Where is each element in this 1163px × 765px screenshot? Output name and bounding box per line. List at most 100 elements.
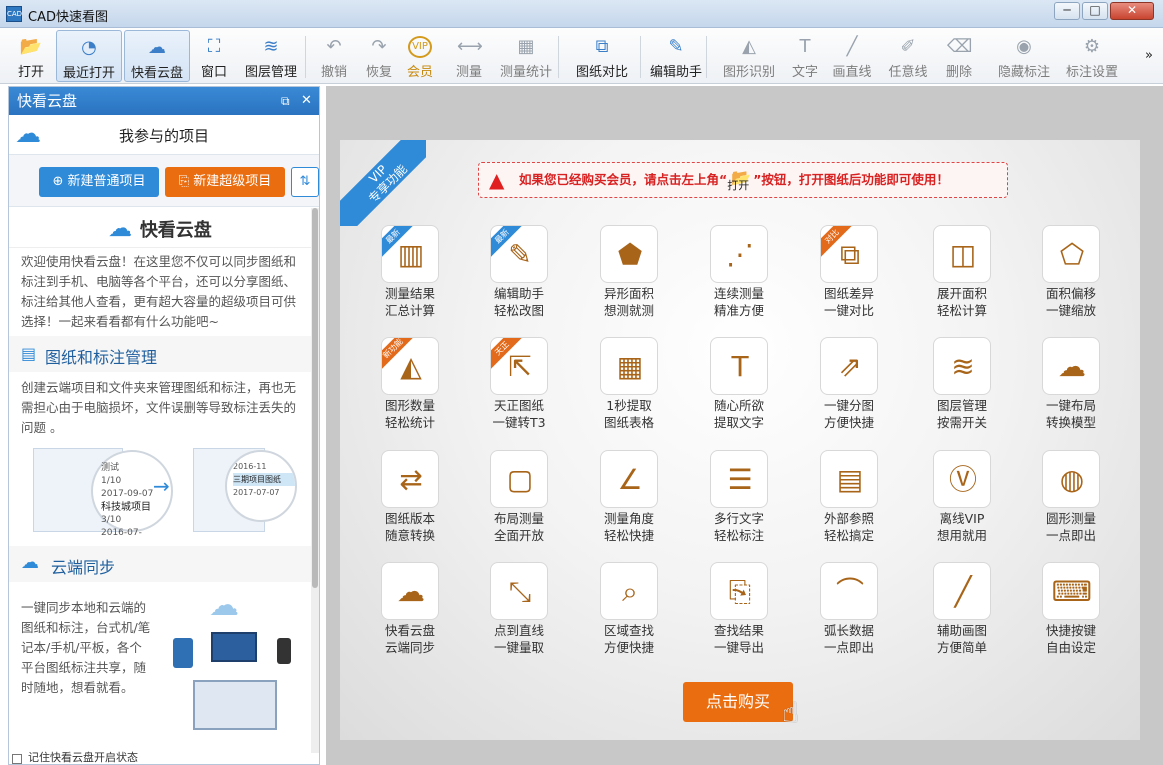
- feature-label-line2: 一键转T3: [492, 415, 546, 430]
- feature-angle[interactable]: ∠ 测量角度 轻松快捷: [574, 450, 684, 550]
- feature-label-line1: 编辑助手: [493, 286, 544, 301]
- toolbar-pen-button[interactable]: ✐ 任意线: [880, 30, 936, 82]
- feature-circle-measure[interactable]: ◍ 圆形测量 一点即出: [1016, 450, 1126, 550]
- minimize-button[interactable]: ─: [1054, 2, 1080, 20]
- eye-hide-icon: ◉: [1016, 36, 1032, 57]
- feature-split-drawing[interactable]: ⇗ 一键分图 方便快捷: [794, 337, 904, 437]
- toolbar-shape-recognize-button[interactable]: ◭ 图形识别: [716, 30, 782, 82]
- toolbar-edit-assistant-button[interactable]: ✎ 编辑助手: [644, 30, 708, 82]
- feature-icon-box: ⋰: [710, 225, 768, 283]
- feature-area-offset[interactable]: ⬠ 面积偏移 一键缩放: [1016, 225, 1126, 325]
- feature-offline-vip[interactable]: Ⓥ 离线VIP 想用就用: [907, 450, 1017, 550]
- feature-layout-measure[interactable]: ▢ 布局测量 全面开放: [464, 450, 574, 550]
- scrollbar-thumb[interactable]: [312, 208, 318, 588]
- new-normal-project-button[interactable]: ⊕ 新建普通项目: [39, 167, 159, 197]
- toolbar-separator: [558, 36, 559, 78]
- feature-label-line2: 一点即出: [1045, 528, 1096, 543]
- new-super-project-button[interactable]: ⎘ 新建超级项目: [165, 167, 285, 197]
- feature-layer-toggle[interactable]: ≋ 图层管理 按需开关: [907, 337, 1017, 437]
- restore-icon[interactable]: ⧉: [281, 87, 290, 115]
- feature-unfold-area[interactable]: ◫ 展开面积 轻松计算: [907, 225, 1017, 325]
- toolbar-eye-hide-button[interactable]: ◉ 隐藏标注: [990, 30, 1058, 82]
- feature-label-line1: 随心所欲: [713, 398, 764, 413]
- vip-notice: ▲ 如果您已经购买会员，请点击左上角“ 📂 打开 ”按钮，打开图纸后功能即可使用！: [478, 162, 1008, 198]
- toolbar-clock-button[interactable]: ◔ 最近打开: [56, 30, 122, 82]
- feature-label-line1: 连续测量: [713, 286, 764, 301]
- feature-export[interactable]: ⎘ 查找结果 一键导出: [684, 562, 794, 662]
- feature-table-extract[interactable]: ▦ 1秒提取 图纸表格: [574, 337, 684, 437]
- feature-icon-box: ⤡: [490, 562, 548, 620]
- feature-label-line1: 图层管理: [936, 398, 987, 413]
- toolbar-ruler-button[interactable]: ⟷ 测量: [446, 30, 492, 82]
- feature-continuous-measure[interactable]: ⋰ 连续测量 精准方便: [684, 225, 794, 325]
- project-selector[interactable]: ☁ 我参与的项目: [9, 115, 319, 155]
- feature-irregular-area[interactable]: ⬟ 异形面积 想测就测: [574, 225, 684, 325]
- vip-ribbon-line: 专享功能: [366, 162, 410, 206]
- toolbar-text-button[interactable]: T 文字: [784, 30, 826, 82]
- toolbar-overflow-button[interactable]: »: [1140, 30, 1158, 82]
- toolbar-eraser-button[interactable]: ⌫ 删除: [936, 30, 982, 82]
- feature-shape-count[interactable]: ◭ 新功能 图形数量 轻松统计: [355, 337, 465, 437]
- brand-name: 快看云盘: [139, 220, 212, 241]
- feature-diff[interactable]: ⧉ 对比 图纸差异 一键对比: [794, 225, 904, 325]
- feature-cloud-sync[interactable]: ☁ 快看云盘 云端同步: [355, 562, 465, 662]
- toolbar-open-folder-button[interactable]: 📂 打开: [6, 30, 56, 82]
- shortcut-icon: ⌨: [1051, 575, 1093, 608]
- feature-area-search[interactable]: ⌕ 区域查找 方便快捷: [574, 562, 684, 662]
- toolbar-annotation-settings-button[interactable]: ⚙ 标注设置: [1060, 30, 1124, 82]
- feature-label-line1: 布局测量: [493, 511, 544, 526]
- toolbar-label: 测量: [455, 65, 482, 80]
- feature-version-convert[interactable]: ⇄ 图纸版本 随意转换: [355, 450, 465, 550]
- close-button[interactable]: ✕: [1110, 2, 1154, 20]
- toolbar-undo-button[interactable]: ↶ 撤销: [309, 30, 359, 82]
- laptop-illustration: [193, 680, 277, 730]
- feature-measure-summary[interactable]: ▥ 最新 测量结果 汇总计算: [355, 225, 465, 325]
- feature-icon-box: ◫: [933, 225, 991, 283]
- feature-multiline-text[interactable]: ☰ 多行文字 轻松标注: [684, 450, 794, 550]
- toolbar-window-button[interactable]: ⛶ 窗口: [192, 30, 236, 82]
- feature-label-line2: 一键导出: [713, 640, 764, 655]
- feature-text-extract[interactable]: T 随心所欲 提取文字: [684, 337, 794, 437]
- panel-close-icon[interactable]: ✕: [301, 87, 312, 115]
- angle-icon: ∠: [617, 463, 643, 496]
- feature-point-line[interactable]: ⤡ 点到直线 一键量取: [464, 562, 574, 662]
- project-label: 我参与的项目: [119, 127, 210, 145]
- feature-cad-edit[interactable]: ✎ 最新 编辑助手 轻松改图: [464, 225, 574, 325]
- feature-layout-convert[interactable]: ☁ 一键布局 转换模型: [1016, 337, 1126, 437]
- feature-icon-box: ▢: [490, 450, 548, 508]
- toolbar-measure-stats-button[interactable]: ▦ 测量统计: [494, 30, 558, 82]
- toolbar-vip-button[interactable]: VIP 会员: [398, 30, 442, 82]
- feature-icon-box: ⌒: [820, 562, 878, 620]
- feature-xref[interactable]: ▤ 外部参照 轻松搞定: [794, 450, 904, 550]
- section-management-header: ▤ 图纸和标注管理: [9, 336, 311, 372]
- feature-label-line1: 一键分图: [823, 398, 874, 413]
- feature-label-line1: 多行文字: [713, 511, 764, 526]
- toolbar-label: 测量统计: [499, 65, 552, 80]
- panel-scrollbar[interactable]: [311, 208, 319, 753]
- feature-label-line2: 一键量取: [493, 640, 544, 655]
- section-management-text: 创建云端项目和文件夹来管理图纸和标注，再也无需担心由于电脑损坏，文件误删等导致标…: [21, 380, 297, 435]
- notice-text-b: ”按钮，打开图纸后功能即可使用！: [753, 172, 949, 187]
- toolbar-cloud-button[interactable]: ☁ 快看云盘: [124, 30, 190, 82]
- buy-button[interactable]: 点击购买: [683, 682, 793, 722]
- toolbar-label: 隐藏标注: [997, 65, 1050, 80]
- feature-shortcut[interactable]: ⌨ 快捷按键 自由设定: [1016, 562, 1126, 662]
- toolbar-layers-button[interactable]: ≋ 图层管理: [236, 30, 306, 82]
- cloud-panel: 快看云盘 ⧉ ✕ ☁ 我参与的项目 ⊕ 新建普通项目 ⎘ 新建超级项目 ⇅ ☁ …: [8, 86, 320, 765]
- feature-arc-length[interactable]: ⌒ 弧长数据 一点即出: [794, 562, 904, 662]
- img-text-e: 3/10: [101, 515, 122, 525]
- plus-icon: ⊕: [52, 174, 68, 189]
- cloud-icon: ☁: [15, 119, 41, 149]
- sync-illustration: ☁: [159, 588, 309, 748]
- toolbar-line-button[interactable]: ╱ 画直线: [826, 30, 878, 82]
- toolbar-label: 删除: [945, 65, 972, 80]
- maximize-button[interactable]: □: [1082, 2, 1108, 20]
- toolbar-compare-button[interactable]: ⧉ 图纸对比: [566, 30, 638, 82]
- sync-icon[interactable]: ⇅: [291, 167, 319, 197]
- feature-tangent-convert[interactable]: ⇱ 天正 天正图纸 一键转T3: [464, 337, 574, 437]
- toolbar-label: 图层管理: [244, 65, 297, 80]
- toolbar-redo-button[interactable]: ↷ 恢复: [356, 30, 402, 82]
- remember-checkbox[interactable]: [12, 754, 22, 764]
- feature-draw-assist[interactable]: ╱ 辅助画图 方便简单: [907, 562, 1017, 662]
- line-icon: ╱: [846, 36, 858, 57]
